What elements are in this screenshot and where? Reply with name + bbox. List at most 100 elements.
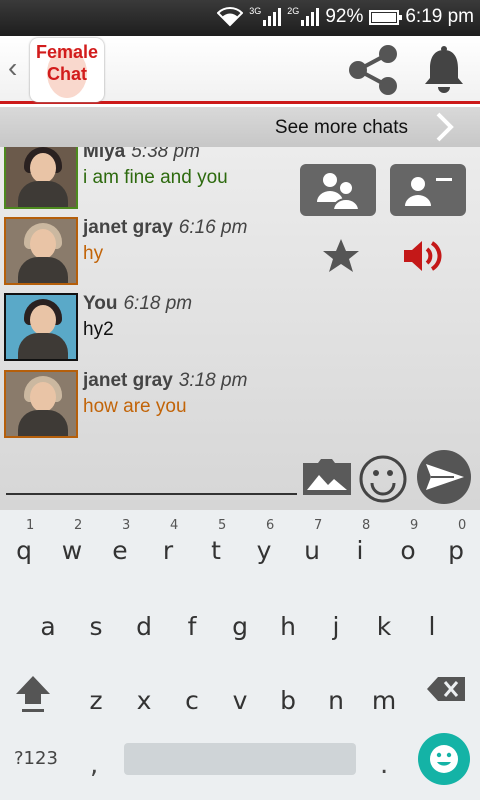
key[interactable]: w2 (48, 512, 96, 568)
avatar[interactable] (4, 370, 78, 438)
key-label: n (328, 686, 344, 715)
key[interactable]: k (360, 588, 408, 644)
bell-icon[interactable] (422, 44, 466, 96)
key-hint: 2 (74, 518, 83, 533)
key[interactable]: d (120, 588, 168, 644)
see-more-chats-bar[interactable]: See more chats (0, 107, 480, 147)
period-key[interactable]: . (380, 750, 388, 780)
gallery-icon[interactable] (302, 456, 352, 496)
star-icon[interactable] (322, 237, 360, 275)
key[interactable]: c (168, 662, 216, 718)
emoji-key[interactable] (418, 733, 470, 785)
key[interactable]: r4 (144, 512, 192, 568)
key-hint: 3 (122, 518, 131, 533)
key-label: t (211, 536, 221, 565)
remove-user-button[interactable] (390, 164, 466, 216)
key[interactable]: p0 (432, 512, 480, 568)
signal-icon (263, 8, 282, 26)
app-bar: ‹ Female Chat (0, 36, 480, 104)
key-label: k (376, 612, 392, 641)
key[interactable]: s (72, 588, 120, 644)
group-users-button[interactable] (300, 164, 376, 216)
key[interactable]: q1 (0, 512, 48, 568)
key-label: y (256, 536, 272, 565)
key-label: h (280, 612, 296, 641)
key[interactable]: l (408, 588, 456, 644)
key-label: x (136, 686, 152, 715)
backspace-key-icon[interactable] (426, 676, 466, 702)
chat-message: Miya 5:38 pm i am fine and you (4, 147, 300, 211)
comma-key[interactable]: , (90, 750, 98, 780)
network-type-1: 3G (249, 6, 262, 16)
key-label: u (304, 536, 320, 565)
key[interactable]: u7 (288, 512, 336, 568)
key-hint: 0 (458, 518, 467, 533)
key-label: l (428, 612, 436, 641)
key-hint: 5 (218, 518, 227, 533)
key-label: g (232, 612, 248, 641)
key[interactable]: x (120, 662, 168, 718)
key[interactable]: a (24, 588, 72, 644)
key[interactable]: t5 (192, 512, 240, 568)
key-hint: 9 (410, 518, 419, 533)
message-sender: janet gray (83, 370, 173, 391)
message-sender: janet gray (83, 217, 173, 238)
key-label: r (162, 536, 174, 565)
status-bar: 3G 2G 92% 6:19 pm (0, 0, 480, 36)
wifi-icon (217, 7, 244, 27)
chat-message: You 6:18 pm hy2 (4, 293, 300, 363)
chat-area[interactable]: Miya 5:38 pm i am fine and you janet gray… (0, 147, 480, 510)
logo-line-1: Female (35, 42, 99, 62)
emoji-icon[interactable] (358, 454, 408, 504)
chevron-right-icon (436, 112, 454, 142)
key-label: f (187, 612, 197, 641)
key[interactable]: b (264, 662, 312, 718)
key-label: a (40, 612, 56, 641)
network-type-2: 2G (287, 6, 300, 16)
shift-key-icon[interactable] (14, 674, 52, 714)
key[interactable]: y6 (240, 512, 288, 568)
key[interactable]: v (216, 662, 264, 718)
key-label: b (280, 686, 296, 715)
message-text: i am fine and you (83, 167, 228, 188)
space-key[interactable] (124, 743, 356, 775)
app-logo[interactable]: Female Chat (30, 38, 104, 102)
avatar[interactable] (4, 217, 78, 285)
key[interactable]: f (168, 588, 216, 644)
see-more-chats-label: See more chats (274, 117, 408, 138)
message-text: how are you (83, 396, 187, 417)
send-button[interactable] (414, 450, 474, 504)
message-sender: Miya (83, 147, 126, 162)
key-label: s (89, 612, 103, 641)
share-icon[interactable] (346, 44, 400, 96)
battery-icon (369, 9, 403, 25)
avatar[interactable] (4, 293, 78, 361)
key[interactable]: h (264, 588, 312, 644)
key[interactable]: g (216, 588, 264, 644)
key-label: z (89, 686, 103, 715)
logo-line-2: Chat (47, 64, 87, 84)
message-sender: You (83, 293, 118, 314)
avatar[interactable] (4, 147, 78, 209)
message-time: 3:18 pm (178, 370, 248, 391)
message-time: 6:16 pm (178, 217, 248, 238)
key[interactable]: z (72, 662, 120, 718)
key[interactable]: i8 (336, 512, 384, 568)
key-hint: 4 (170, 518, 179, 533)
key[interactable]: e3 (96, 512, 144, 568)
speaker-icon[interactable] (402, 237, 444, 275)
message-text: hy2 (83, 319, 114, 340)
key-label: e (112, 536, 128, 565)
key[interactable]: n (312, 662, 360, 718)
back-chevron-icon[interactable]: ‹ (8, 52, 17, 84)
key-label: c (185, 686, 199, 715)
key[interactable]: o9 (384, 512, 432, 568)
message-text: hy (83, 243, 104, 264)
key-label: q (16, 536, 32, 565)
key[interactable]: j (312, 588, 360, 644)
key[interactable]: m (360, 662, 408, 718)
symbols-key[interactable]: ?123 (14, 748, 58, 769)
key-label: m (371, 686, 397, 715)
chat-message: janet gray 3:18 pm how are you (4, 370, 300, 440)
message-input[interactable] (6, 493, 297, 495)
